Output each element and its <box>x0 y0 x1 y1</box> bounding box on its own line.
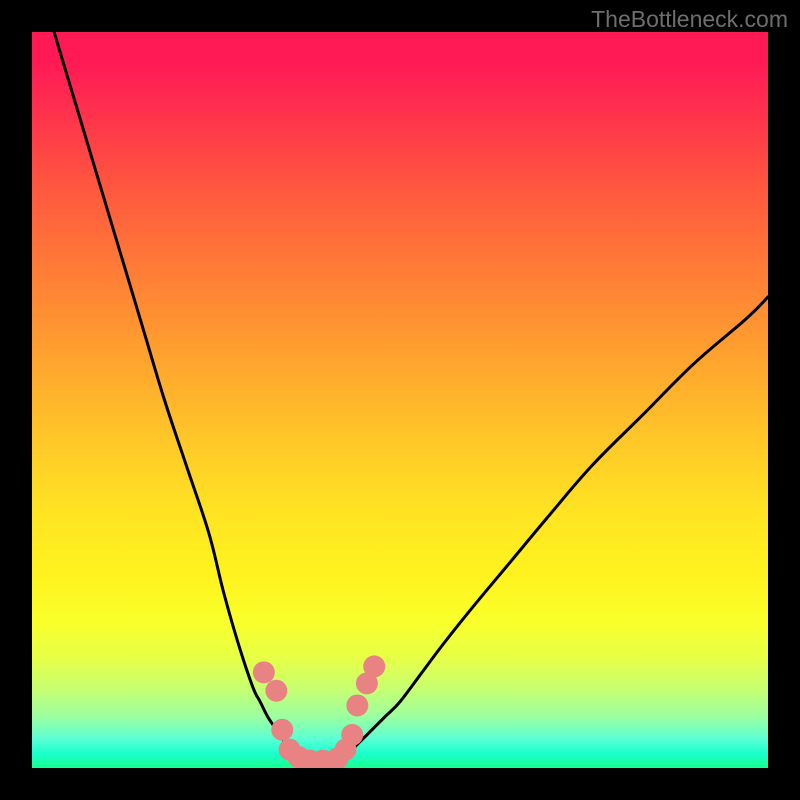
marker-dot <box>346 694 368 716</box>
plot-area <box>32 32 768 768</box>
bottleneck-curves <box>54 32 768 761</box>
chart-svg <box>32 32 768 768</box>
marker-points <box>253 655 385 768</box>
curve-right-curve <box>341 297 768 761</box>
marker-dot <box>341 724 363 746</box>
marker-dot <box>271 719 293 741</box>
curve-left-curve <box>54 32 304 761</box>
marker-dot <box>265 680 287 702</box>
watermark-label: TheBottleneck.com <box>591 6 788 33</box>
marker-dot <box>363 655 385 677</box>
marker-dot <box>253 661 275 683</box>
chart-frame: TheBottleneck.com <box>0 0 800 800</box>
